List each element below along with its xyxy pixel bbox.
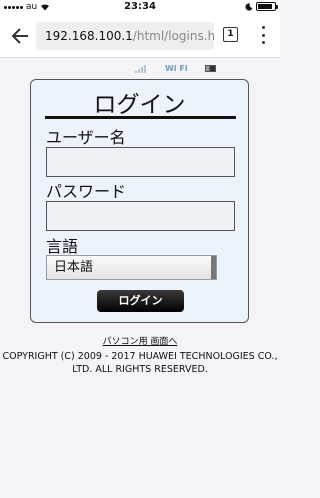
username-input[interactable] [46,147,235,177]
status-time: 23:34 [124,1,156,12]
login-panel: ログイン ユーザー名 パスワード 言語 日本語 ログイン [30,79,249,323]
url-path: /html/logins.htm [132,29,214,43]
back-arrow-icon[interactable] [9,25,31,47]
title-divider [45,116,236,119]
router-status-indicators: Wi Fi [0,64,280,76]
status-right [245,2,278,11]
router-battery-icon [205,65,216,72]
login-title: ログイン [93,92,186,118]
pc-view-link[interactable]: パソコン用 画面へ [0,334,280,347]
status-bar: au 23:34 [0,0,280,14]
overflow-menu-icon[interactable] [260,26,266,44]
login-button[interactable]: ログイン [97,290,184,312]
username-label: ユーザー名 [46,128,126,147]
moon-icon [245,2,253,11]
copyright-text: COPYRIGHT (C) 2009 - 2017 HUAWEI TECHNOL… [2,351,278,375]
tab-switcher-button[interactable]: 1 [223,27,238,42]
browser-toolbar: 192.168.100.1/html/logins.htm 1 [0,14,280,58]
battery-icon [256,2,278,11]
battery-fill [258,4,273,9]
language-selected-value: 日本語 [54,260,94,275]
router-wifi-icon: Wi Fi [165,64,188,73]
language-select[interactable]: 日本語 [46,255,217,280]
password-input[interactable] [46,201,235,231]
password-label: パスワード [46,182,127,201]
address-bar[interactable]: 192.168.100.1/html/logins.htm [36,22,214,50]
language-label: 言語 [46,237,79,256]
dropdown-arrow-icon [211,256,216,279]
router-signal-icon [135,65,146,73]
url-host: 192.168.100.1 [45,29,133,43]
